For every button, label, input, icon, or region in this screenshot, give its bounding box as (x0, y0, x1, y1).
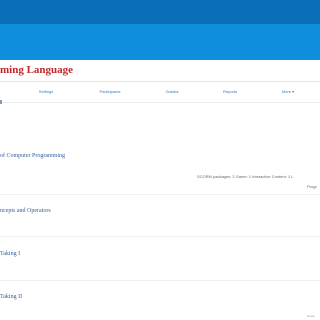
section-title-2[interactable]: ncepts and Operators (0, 208, 51, 214)
course-title: ming Language (0, 64, 74, 76)
course-secondary-nav: Settings Participants Grades Reports Mor… (0, 89, 320, 101)
corner-text: b.uca (307, 314, 315, 318)
title-divider (0, 81, 320, 82)
nav-participants-link[interactable]: Participants (100, 89, 121, 94)
header-banner (0, 24, 320, 60)
nav-more-dropdown[interactable]: More ▾ (282, 89, 294, 94)
activity-summary: SCORM packages: 2 Game: 1 Interactive Co… (197, 174, 294, 179)
section-divider (0, 194, 320, 195)
nav-divider (0, 102, 320, 103)
section-title-1[interactable]: of Computer Programming (0, 153, 65, 159)
section-divider (0, 236, 320, 237)
progress-label: Progr (307, 184, 317, 189)
top-navbar (0, 0, 320, 24)
section-divider (0, 280, 320, 281)
nav-settings-link[interactable]: Settings (39, 89, 53, 94)
nav-reports-link[interactable]: Reports (223, 89, 237, 94)
left-edge-marker (0, 100, 2, 104)
section-title-4[interactable]: Taking II (0, 294, 22, 300)
nav-grades-link[interactable]: Grades (165, 89, 178, 94)
section-title-3[interactable]: Taking I (0, 251, 20, 257)
